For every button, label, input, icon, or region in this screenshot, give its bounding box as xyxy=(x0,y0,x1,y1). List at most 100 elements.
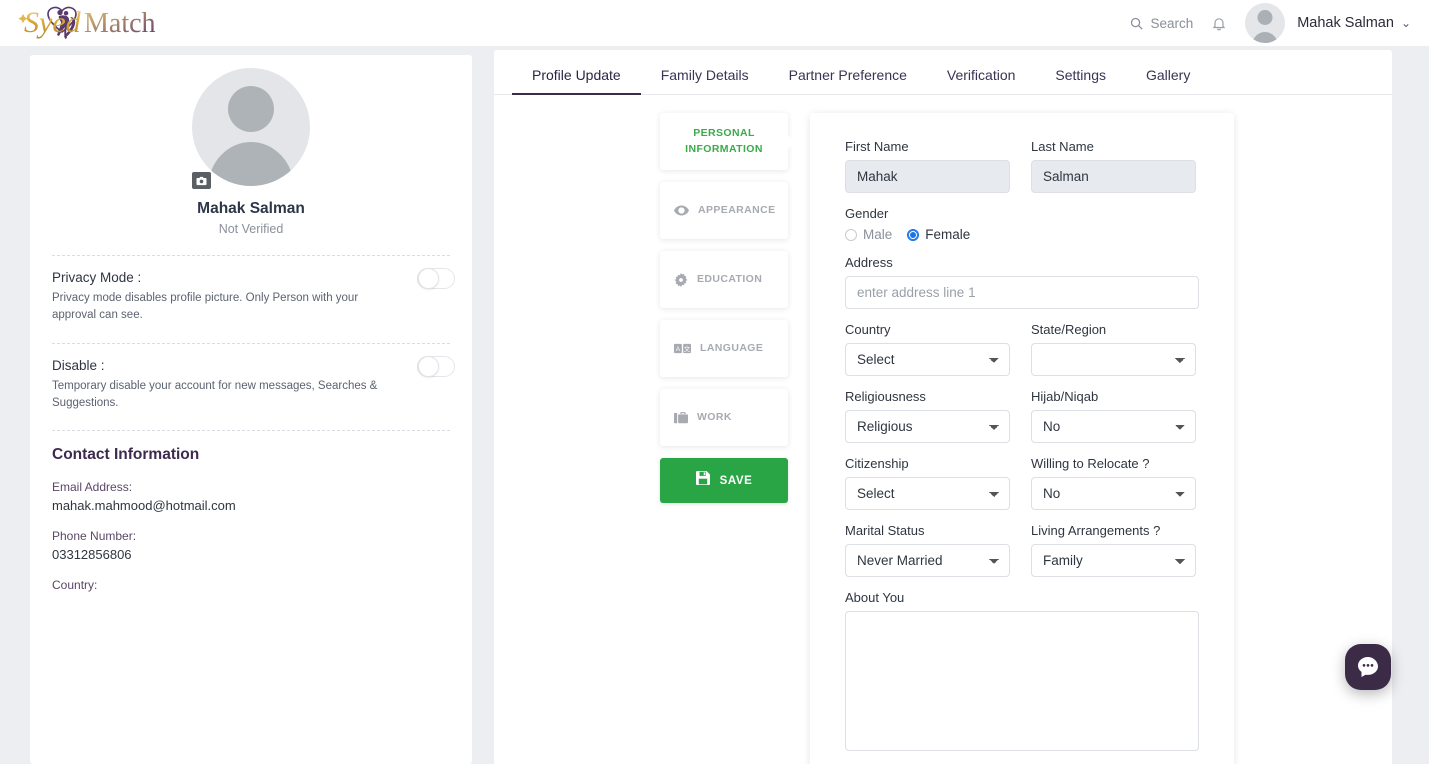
email-label: Email Address: xyxy=(52,479,133,494)
step-work[interactable]: WORK xyxy=(660,389,788,446)
email-value: mahak.mahmood@hotmail.com xyxy=(52,497,236,513)
last-name-field-group: Last Name xyxy=(1031,139,1196,193)
address-input[interactable] xyxy=(845,276,1199,309)
tab-verification[interactable]: Verification xyxy=(927,67,1035,94)
svg-text:A: A xyxy=(676,346,681,353)
hijab-niqab-select[interactable]: No xyxy=(1031,410,1196,443)
camera-icon xyxy=(196,176,207,185)
step-education-label: EDUCATION xyxy=(697,272,763,285)
tab-bar: Profile Update Family Details Partner Pr… xyxy=(494,50,1392,95)
avatar-body xyxy=(1251,32,1279,43)
gender-options: Male Female xyxy=(845,227,1199,242)
country-label: Country xyxy=(845,322,891,337)
radio-female-icon[interactable] xyxy=(907,228,920,241)
step-language-label: LANGUAGE xyxy=(700,341,764,354)
privacy-mode-description: Privacy mode disables profile picture. O… xyxy=(52,292,359,321)
disable-account-toggle-knob xyxy=(418,356,439,378)
willing-to-relocate-select[interactable]: No xyxy=(1031,477,1196,510)
tab-profile-update[interactable]: Profile Update xyxy=(512,67,641,95)
personal-information-form: First Name Last Name Gender Male xyxy=(810,113,1234,764)
tab-settings[interactable]: Settings xyxy=(1035,67,1126,94)
chat-widget-button[interactable] xyxy=(1345,644,1391,690)
profile-name: Mahak Salman xyxy=(197,200,305,217)
citizenship-field-group: Citizenship Select xyxy=(845,456,1010,510)
first-name-field-group: First Name xyxy=(845,139,1010,193)
religiousness-field-group: Religiousness Religious xyxy=(845,389,1010,443)
search-button[interactable]: Search xyxy=(1121,12,1201,35)
phone-value: 03312856806 xyxy=(52,546,132,562)
marital-status-select[interactable]: Never Married xyxy=(845,544,1010,577)
citizenship-relocate-row: Citizenship Select Willing to Relocate ?… xyxy=(845,456,1199,510)
avatar-head xyxy=(1257,10,1273,25)
chevron-down-icon[interactable]: ⌄ xyxy=(1401,16,1411,30)
gender-option-male-label: Male xyxy=(863,227,893,242)
privacy-mode-row: Privacy Mode : Privacy mode disables pro… xyxy=(30,256,472,323)
religiousness-label: Religiousness xyxy=(845,389,926,404)
gender-label: Gender xyxy=(845,206,889,221)
verification-status: Not Verified xyxy=(218,222,284,236)
translate-icon: A 文 xyxy=(674,343,691,354)
privacy-mode-label: Privacy Mode : xyxy=(52,270,142,285)
form-step-nav: PERSONAL INFORMATION APPEARANCE EDUCATIO… xyxy=(660,113,788,764)
state-region-label: State/Region xyxy=(1031,322,1107,337)
step-personal-information[interactable]: PERSONAL INFORMATION xyxy=(660,113,788,170)
living-arrangements-label: Living Arrangements ? xyxy=(1031,523,1161,538)
user-name[interactable]: Mahak Salman xyxy=(1297,15,1394,31)
gender-option-male[interactable]: Male xyxy=(845,227,892,242)
country-field-group: Country Select xyxy=(845,322,1010,376)
search-icon xyxy=(1131,17,1144,30)
address-field-group: Address xyxy=(845,255,1199,309)
living-arrangements-select[interactable]: Family xyxy=(1031,544,1196,577)
state-region-select[interactable] xyxy=(1031,343,1196,376)
name-row: First Name Last Name xyxy=(845,139,1199,193)
briefcase-icon xyxy=(674,411,688,424)
save-button[interactable]: SAVE xyxy=(660,458,788,503)
step-personal-information-label: PERSONAL INFORMATION xyxy=(685,126,763,155)
profile-update-panel: PERSONAL INFORMATION APPEARANCE EDUCATIO… xyxy=(494,95,1392,764)
country-value xyxy=(30,592,472,596)
step-appearance[interactable]: APPEARANCE xyxy=(660,182,788,239)
last-name-input[interactable] xyxy=(1031,160,1196,193)
living-arrangements-field-group: Living Arrangements ? Family xyxy=(1031,523,1196,577)
step-work-label: WORK xyxy=(697,410,732,423)
privacy-mode-toggle-knob xyxy=(418,268,439,289)
step-education[interactable]: EDUCATION xyxy=(660,251,788,308)
marital-living-row: Marital Status Never Married Living Arra… xyxy=(845,523,1199,577)
citizenship-select[interactable]: Select xyxy=(845,477,1010,510)
tab-partner-preference[interactable]: Partner Preference xyxy=(769,67,927,94)
disable-account-toggle[interactable] xyxy=(417,356,455,378)
eye-icon xyxy=(674,205,689,216)
marital-status-label: Marital Status xyxy=(845,523,925,538)
site-logo[interactable]: Syed Match xyxy=(14,0,174,46)
chat-bubble-icon xyxy=(1358,657,1378,677)
svg-text:Match: Match xyxy=(84,8,156,39)
step-language[interactable]: A 文 LANGUAGE xyxy=(660,320,788,377)
hijab-niqab-label: Hijab/Niqab xyxy=(1031,389,1099,404)
profile-picture-wrapper xyxy=(192,68,310,189)
gender-field-group: Gender Male Female xyxy=(845,206,1199,242)
about-you-textarea[interactable] xyxy=(845,611,1199,751)
religion-hijab-row: Religiousness Religious Hijab/Niqab No xyxy=(845,389,1199,443)
privacy-mode-toggle[interactable] xyxy=(417,268,455,289)
first-name-input[interactable] xyxy=(845,160,1010,193)
upload-photo-button[interactable] xyxy=(192,172,211,189)
citizenship-label: Citizenship xyxy=(845,456,909,471)
gender-option-female-label: Female xyxy=(925,227,971,242)
country-select[interactable]: Select xyxy=(845,343,1010,376)
about-you-label: About You xyxy=(845,590,905,605)
svg-text:Syed: Syed xyxy=(24,6,82,39)
religiousness-select[interactable]: Religious xyxy=(845,410,1010,443)
tab-gallery[interactable]: Gallery xyxy=(1126,67,1210,94)
radio-male-icon[interactable] xyxy=(845,228,857,241)
about-you-field-group: About You xyxy=(845,590,1199,756)
profile-avatar xyxy=(192,68,310,186)
avatar[interactable] xyxy=(1245,3,1286,43)
disable-account-label: Disable : xyxy=(52,358,105,374)
hijab-niqab-field-group: Hijab/Niqab No xyxy=(1031,389,1196,443)
notifications-button[interactable] xyxy=(1201,11,1237,36)
tab-family-details[interactable]: Family Details xyxy=(641,67,769,94)
first-name-label: First Name xyxy=(845,139,909,154)
gender-option-female[interactable]: Female xyxy=(907,227,970,242)
address-label: Address xyxy=(845,255,893,270)
last-name-label: Last Name xyxy=(1031,139,1094,154)
